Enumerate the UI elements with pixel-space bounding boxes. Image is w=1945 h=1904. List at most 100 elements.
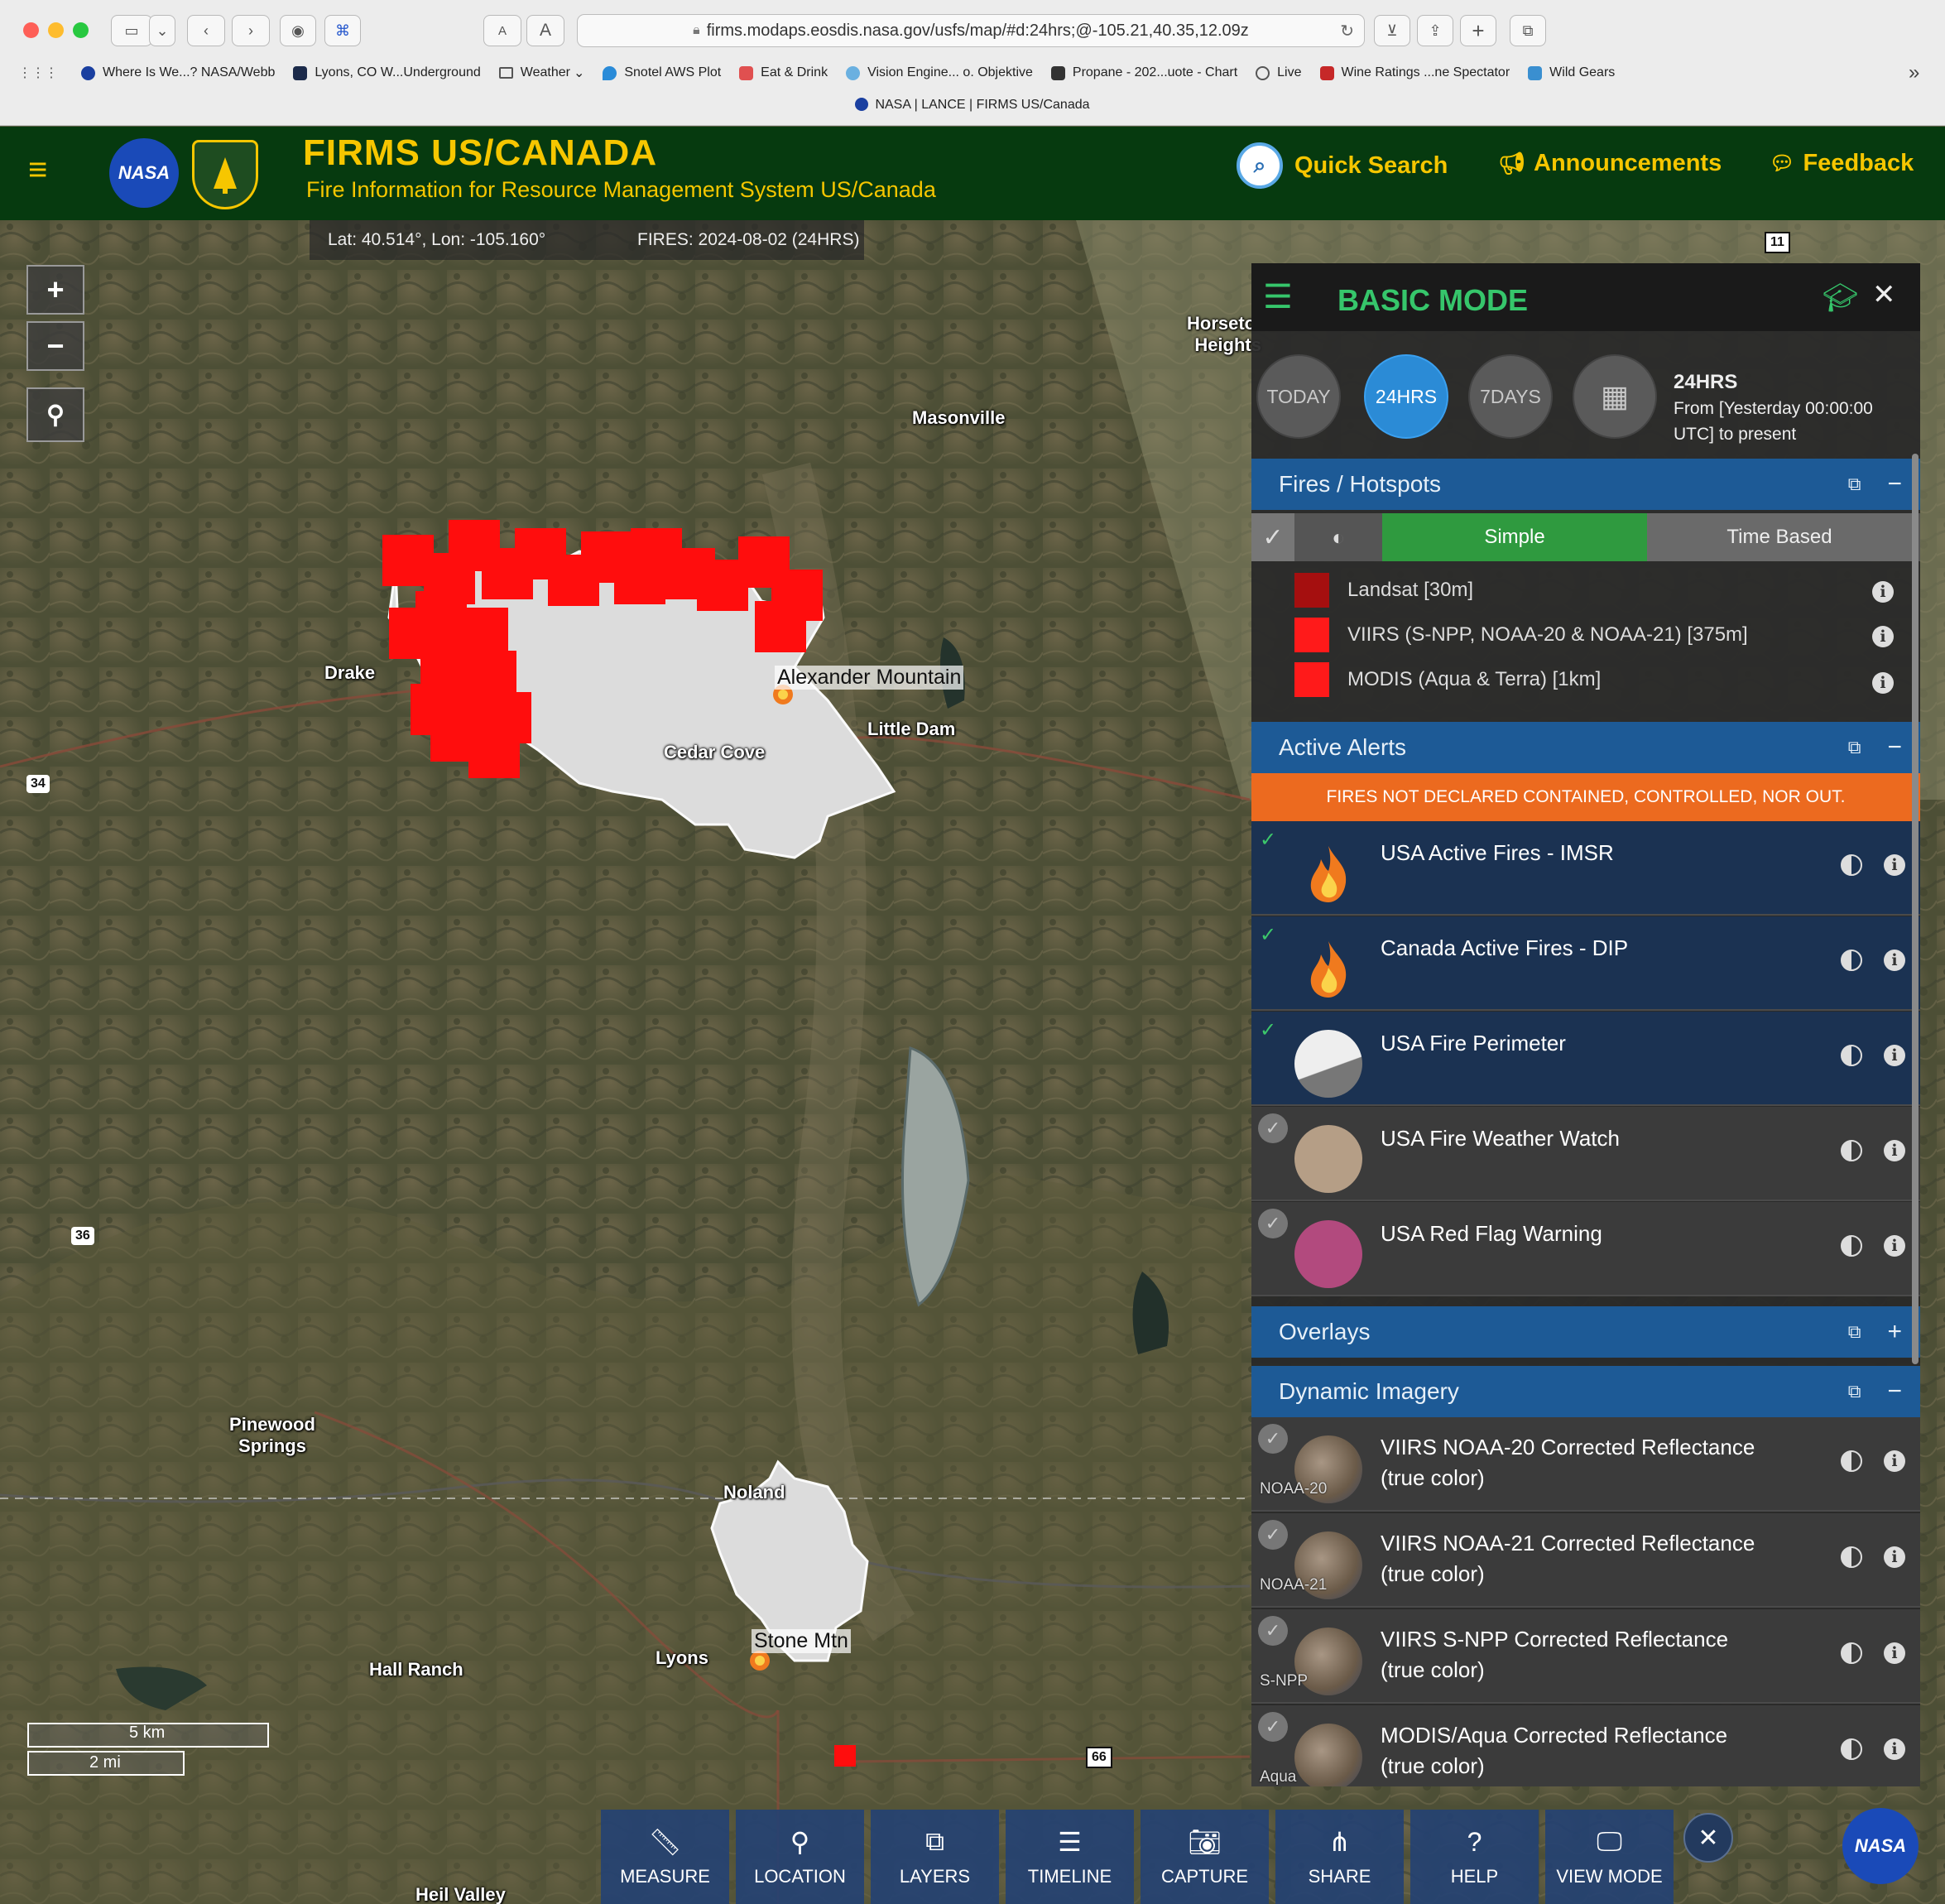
- help-tool-button[interactable]: ? HELP: [1410, 1810, 1539, 1904]
- view-mode-tool-button[interactable]: 🖵︎ VIEW MODE: [1545, 1810, 1674, 1904]
- info-icon[interactable]: i: [1884, 854, 1905, 876]
- time-24hrs-button[interactable]: 24HRS: [1364, 354, 1448, 439]
- close-window-button[interactable]: [23, 22, 39, 38]
- bookmark[interactable]: Wild Gears: [1528, 65, 1615, 80]
- my-location-button[interactable]: ⚲: [26, 387, 84, 442]
- info-icon[interactable]: i: [1872, 672, 1894, 694]
- measure-tool-button[interactable]: 📏︎ MEASURE: [601, 1810, 729, 1904]
- tab-overview-button[interactable]: ⧉: [1510, 15, 1546, 46]
- hamburger-menu-icon[interactable]: ≡: [28, 151, 47, 189]
- new-tab-button[interactable]: +: [1460, 15, 1496, 46]
- popout-icon[interactable]: ⧉: [1848, 1321, 1861, 1343]
- opacity-icon[interactable]: [1841, 1546, 1862, 1568]
- share-tool-button[interactable]: ⋔ SHARE: [1275, 1810, 1404, 1904]
- extension-icon[interactable]: ◉: [280, 15, 316, 46]
- announcements-button[interactable]: 📢︎ Announcements: [1498, 150, 1722, 177]
- downloads-button[interactable]: ⊻: [1374, 15, 1410, 46]
- mode-simple-tab[interactable]: Simple: [1382, 513, 1647, 561]
- info-icon[interactable]: i: [1884, 1738, 1905, 1760]
- more-bookmarks-button[interactable]: »: [1909, 61, 1919, 84]
- opacity-icon[interactable]: ◐: [1294, 513, 1382, 561]
- collapse-icon[interactable]: −: [1887, 733, 1902, 762]
- quick-search-button[interactable]: ⌕ Quick Search: [1237, 142, 1448, 189]
- layer-row-usa-fire-perimeter[interactable]: ✓ USA Fire Perimeter i: [1251, 1012, 1920, 1106]
- unchecked-icon[interactable]: ✓: [1258, 1616, 1288, 1646]
- info-icon[interactable]: i: [1872, 581, 1894, 603]
- checked-icon[interactable]: ✓: [1260, 1018, 1285, 1043]
- bookmark[interactable]: Live: [1256, 65, 1302, 80]
- opacity-icon[interactable]: [1841, 1450, 1862, 1472]
- back-button[interactable]: ‹: [187, 15, 225, 46]
- bookmark-folder[interactable]: Weather ⌄: [498, 65, 584, 81]
- dynamic-imagery-section-header[interactable]: Dynamic Imagery ⧉ −: [1251, 1366, 1920, 1417]
- layer-row-red-flag-warning[interactable]: ✓ USA Red Flag Warning i: [1251, 1202, 1920, 1296]
- time-7days-button[interactable]: 7DAYS: [1468, 354, 1553, 439]
- unchecked-icon[interactable]: ✓: [1258, 1520, 1288, 1550]
- bookmark[interactable]: Snotel AWS Plot: [603, 65, 721, 80]
- sidebar-toggle-button[interactable]: ▭: [111, 15, 152, 46]
- layer-row-canada-active-fires[interactable]: ✓ Canada Active Fires - DIP i: [1251, 916, 1920, 1011]
- fires-hotspots-section-header[interactable]: Fires / Hotspots ⧉ −: [1251, 459, 1920, 510]
- fire-hotspot[interactable]: [755, 601, 806, 652]
- bookmark-folder[interactable]: Eat & Drink: [739, 65, 828, 80]
- mode-time-based-tab[interactable]: Time Based: [1647, 513, 1912, 561]
- extension-2-icon[interactable]: ⌘: [324, 15, 361, 46]
- forest-service-shield-icon[interactable]: [192, 140, 258, 209]
- popout-icon[interactable]: ⧉: [1848, 474, 1861, 495]
- graduation-cap-icon[interactable]: 🎓︎: [1823, 281, 1858, 315]
- share-button[interactable]: ⇪: [1417, 15, 1453, 46]
- info-icon[interactable]: i: [1884, 1045, 1905, 1066]
- info-icon[interactable]: i: [1884, 1642, 1905, 1664]
- info-icon[interactable]: i: [1884, 1546, 1905, 1568]
- incident-label[interactable]: Stone Mtn: [752, 1629, 851, 1653]
- popout-icon[interactable]: ⧉: [1848, 1381, 1861, 1402]
- checked-icon[interactable]: ✓: [1260, 923, 1285, 948]
- unchecked-icon[interactable]: ✓: [1258, 1113, 1288, 1143]
- reload-icon[interactable]: ↻: [1340, 21, 1354, 41]
- layer-row-usa-active-fires[interactable]: ✓ USA Active Fires - IMSR i: [1251, 821, 1920, 916]
- collapse-icon[interactable]: −: [1887, 470, 1902, 498]
- zoom-window-button[interactable]: [73, 22, 89, 38]
- unchecked-icon[interactable]: ✓: [1258, 1424, 1288, 1454]
- opacity-icon[interactable]: [1841, 1045, 1862, 1066]
- time-today-button[interactable]: TODAY: [1256, 354, 1341, 439]
- bookmark[interactable]: Wine Ratings ...ne Spectator: [1319, 65, 1510, 80]
- nasa-meatball-logo[interactable]: NASA: [1842, 1808, 1919, 1884]
- layer-row-fire-weather-watch[interactable]: ✓ USA Fire Weather Watch i: [1251, 1107, 1920, 1201]
- nasa-logo[interactable]: NASA: [109, 138, 179, 208]
- zoom-out-button[interactable]: −: [26, 321, 84, 371]
- opacity-icon[interactable]: [1841, 950, 1862, 971]
- popout-icon[interactable]: ⧉: [1848, 737, 1861, 758]
- layer-row-viirs-noaa21[interactable]: ✓ NOAA-21 VIIRS NOAA-21 Corrected Reflec…: [1251, 1513, 1920, 1608]
- layer-row-viirs-snpp[interactable]: ✓ S-NPP VIIRS S-NPP Corrected Reflectanc…: [1251, 1609, 1920, 1704]
- layer-row-modis-aqua[interactable]: ✓ Aqua MODIS/Aqua Corrected Reflectance …: [1251, 1705, 1920, 1786]
- location-tool-button[interactable]: ⚲ LOCATION: [736, 1810, 864, 1904]
- info-icon[interactable]: i: [1884, 1140, 1905, 1161]
- capture-tool-button[interactable]: 📷︎ CAPTURE: [1141, 1810, 1269, 1904]
- feedback-button[interactable]: 💬︎ Feedback: [1770, 150, 1914, 177]
- apps-grid-icon[interactable]: ⋮⋮⋮: [18, 65, 58, 81]
- calendar-button[interactable]: ▦: [1573, 354, 1657, 439]
- overlays-section-header[interactable]: Overlays ⧉ +: [1251, 1306, 1920, 1358]
- info-icon[interactable]: i: [1884, 950, 1905, 971]
- layer-row-viirs-noaa20[interactable]: ✓ NOAA-20 VIIRS NOAA-20 Corrected Reflec…: [1251, 1417, 1920, 1512]
- info-icon[interactable]: i: [1872, 626, 1894, 647]
- tab-group-dropdown[interactable]: ⌄: [149, 15, 175, 46]
- layers-tool-button[interactable]: ⧉ LAYERS: [871, 1810, 999, 1904]
- expand-icon[interactable]: +: [1887, 1318, 1902, 1346]
- text-smaller-button[interactable]: A: [483, 15, 521, 46]
- toolbar-close-button[interactable]: ✕: [1683, 1813, 1733, 1863]
- opacity-icon[interactable]: [1841, 1642, 1862, 1664]
- fire-incident-marker[interactable]: [750, 1651, 770, 1671]
- incident-label[interactable]: Alexander Mountain: [775, 666, 964, 690]
- info-icon[interactable]: i: [1884, 1450, 1905, 1472]
- show-all-toggle[interactable]: ✓: [1251, 513, 1294, 561]
- opacity-icon[interactable]: [1841, 1140, 1862, 1161]
- unchecked-icon[interactable]: ✓: [1258, 1712, 1288, 1742]
- opacity-icon[interactable]: [1841, 854, 1862, 876]
- bookmark[interactable]: Propane - 202...uote - Chart: [1050, 65, 1237, 80]
- zoom-in-button[interactable]: +: [26, 265, 84, 315]
- active-alerts-section-header[interactable]: Active Alerts ⧉ −: [1251, 722, 1920, 773]
- info-icon[interactable]: i: [1884, 1235, 1905, 1257]
- opacity-icon[interactable]: [1841, 1738, 1862, 1760]
